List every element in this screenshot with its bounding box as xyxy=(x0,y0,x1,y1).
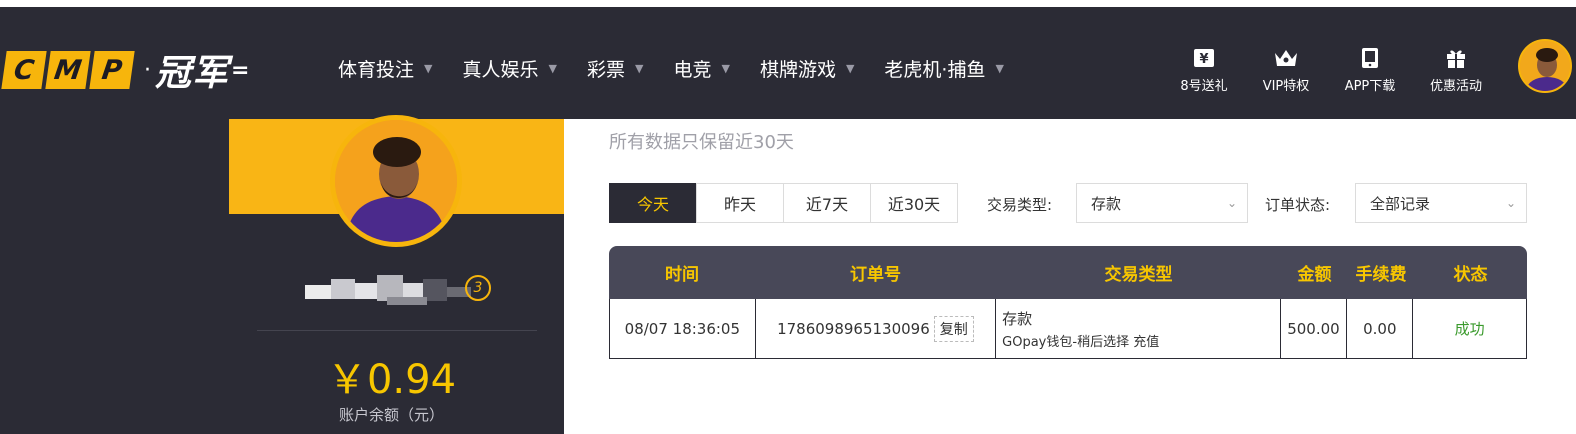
site-header: C M P · 冠军 = 体育投注 ▼ 真人娱乐 ▼ 彩票 ▼ 电竞 ▼ 棋牌游… xyxy=(0,7,1576,119)
order-status-label: 订单状态: xyxy=(1265,196,1331,214)
nav-slots-fishing[interactable]: 老虎机·捕鱼 ▼ xyxy=(884,55,1004,82)
user-avatar[interactable] xyxy=(1518,39,1572,93)
nav-label: 真人娱乐 xyxy=(462,59,539,81)
copy-order-button[interactable]: 复制 xyxy=(933,315,974,342)
order-status-value: 全部记录 xyxy=(1370,194,1431,213)
nav-label: 电竞 xyxy=(673,59,712,81)
data-retention-notice: 所有数据只保留近30天 xyxy=(609,132,794,153)
chevron-down-icon: ⌄ xyxy=(1505,196,1516,210)
top-strip xyxy=(0,0,1576,7)
phone-icon xyxy=(1362,48,1378,68)
quick-link-promotions[interactable]: 优惠活动 xyxy=(1416,47,1496,94)
nav-sports[interactable]: 体育投注 ▼ xyxy=(338,55,432,82)
logo-dot: · xyxy=(144,57,151,83)
username-blurred xyxy=(305,275,471,305)
quick-link-label: VIP特权 xyxy=(1262,79,1310,94)
order-status-select[interactable]: 全部记录 ⌄ xyxy=(1355,183,1527,223)
quick-link-app[interactable]: APP下载 xyxy=(1330,47,1410,94)
quick-link-label: APP下载 xyxy=(1344,79,1396,94)
profile-card: 3 ￥0.94 账户余额（元） xyxy=(229,115,564,434)
nav-live-casino[interactable]: 真人娱乐 ▼ xyxy=(462,55,556,82)
cell-time: 08/07 18:36:05 xyxy=(610,299,756,358)
order-number: 1786098965130096 xyxy=(777,319,930,338)
site-logo[interactable]: C M P · 冠军 = xyxy=(1,44,250,96)
nav-label: 体育投注 xyxy=(338,59,415,81)
column-header-amount: 金额 xyxy=(1297,265,1332,285)
yen-gift-icon: ¥ xyxy=(1194,49,1214,67)
gift-icon xyxy=(1447,50,1465,68)
table-header: 时间 订单号 交易类型 金额 手续费 状态 xyxy=(609,246,1527,299)
transaction-type-label: 交易类型: xyxy=(987,196,1053,214)
cell-order-no: 1786098965130096 复制 xyxy=(756,299,997,358)
nav-label: 彩票 xyxy=(586,59,625,81)
chevron-down-icon: ⌄ xyxy=(1226,196,1237,210)
transaction-type-detail: GOpay钱包-稍后选择 充值 xyxy=(1002,334,1160,350)
quick-link-vip[interactable]: VIP特权 xyxy=(1246,47,1326,94)
logo-letter: P xyxy=(89,51,135,89)
column-header-fee: 手续费 xyxy=(1355,265,1407,285)
transaction-type-value: 存款 xyxy=(1091,194,1122,213)
balance-label: 账户余额（元） xyxy=(338,406,444,424)
chevron-down-icon: ▼ xyxy=(424,62,433,75)
chevron-down-icon: ▼ xyxy=(845,62,855,75)
column-header-order-no: 订单号 xyxy=(850,265,901,285)
chevron-down-icon: ▼ xyxy=(548,62,557,75)
main-nav: 体育投注 ▼ 真人娱乐 ▼ 彩票 ▼ 电竞 ▼ 棋牌游戏 ▼ 老虎机·捕鱼 ▼ xyxy=(338,55,1034,82)
date-filter-group: 今天 昨天 近7天 近30天 xyxy=(609,183,958,223)
transaction-type: 存款 xyxy=(1002,309,1033,328)
cell-amount: 500.00 xyxy=(1281,299,1348,358)
cell-fee: 0.00 xyxy=(1347,299,1414,358)
date-filter-today[interactable]: 今天 xyxy=(609,183,697,223)
date-filter-30days[interactable]: 近30天 xyxy=(870,183,958,223)
logo-letter: M xyxy=(45,51,91,89)
logo-text: 冠军 xyxy=(155,53,230,94)
cell-type: 存款 GOpay钱包-稍后选择 充值 xyxy=(996,299,1281,358)
nav-label: 老虎机·捕鱼 xyxy=(884,59,986,81)
chevron-down-icon: ▼ xyxy=(634,62,644,75)
svg-text:¥: ¥ xyxy=(1199,52,1208,67)
profile-avatar xyxy=(330,115,462,247)
crown-icon xyxy=(1275,50,1297,66)
chevron-down-icon: ▼ xyxy=(995,62,1004,75)
logo-tail: = xyxy=(231,57,250,83)
date-filter-7days[interactable]: 近7天 xyxy=(783,183,871,223)
date-filter-yesterday[interactable]: 昨天 xyxy=(696,183,784,223)
table-row: 08/07 18:36:05 1786098965130096 复制 存款 GO… xyxy=(609,299,1527,359)
column-header-time: 时间 xyxy=(665,265,699,285)
profile-avatar-image xyxy=(335,120,457,242)
user-avatar-image xyxy=(1520,41,1570,91)
account-balance: ￥0.94 xyxy=(326,357,457,403)
vip-level-badge: 3 xyxy=(465,275,491,301)
transaction-type-select[interactable]: 存款 ⌄ xyxy=(1076,183,1248,223)
column-header-type: 交易类型 xyxy=(1104,265,1173,285)
logo-letter: C xyxy=(1,51,47,89)
nav-card-games[interactable]: 棋牌游戏 ▼ xyxy=(760,55,854,82)
cell-status: 成功 xyxy=(1454,320,1485,338)
column-header-status: 状态 xyxy=(1453,265,1488,285)
quick-link-label: 优惠活动 xyxy=(1429,79,1482,94)
nav-label: 棋牌游戏 xyxy=(759,59,836,81)
profile-divider xyxy=(257,330,537,331)
transactions-table: 时间 订单号 交易类型 金额 手续费 状态 08/07 18:36:05 178… xyxy=(609,246,1527,359)
chevron-down-icon: ▼ xyxy=(721,62,730,75)
nav-lottery[interactable]: 彩票 ▼ xyxy=(587,55,643,82)
nav-esports[interactable]: 电竞 ▼ xyxy=(673,55,729,82)
quick-link-label: 8号送礼 xyxy=(1180,79,1228,94)
quick-link-gift-8[interactable]: ¥ 8号送礼 xyxy=(1164,47,1244,94)
